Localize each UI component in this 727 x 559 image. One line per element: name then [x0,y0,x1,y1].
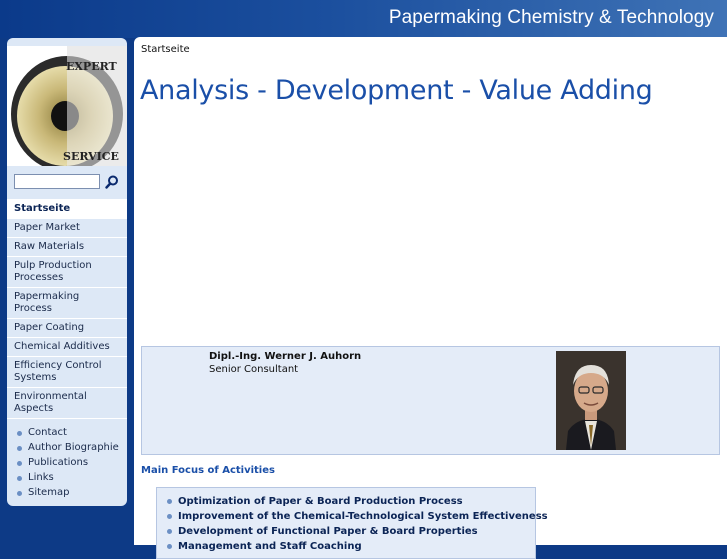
sidebar: EXPERT SERVICE Startseite Paper Market R… [7,38,127,506]
bullet-icon [167,514,172,519]
focus-item-text: Improvement of the Chemical-Technologica… [178,511,548,522]
portrait-photo [556,351,626,450]
nav-item-efficiency-control[interactable]: Efficiency Control Systems [7,356,127,387]
paper-roll-icon: EXPERT SERVICE [7,46,127,172]
list-item: Improvement of the Chemical-Technologica… [167,509,548,524]
link-label: Sitemap [28,487,70,498]
list-item: Optimization of Paper & Board Production… [167,494,548,509]
logo-text-expert: EXPERT [66,60,118,73]
nav-item-paper-coating[interactable]: Paper Coating [7,318,127,337]
header-bar: Papermaking Chemistry & Technology [0,0,727,38]
link-contact[interactable]: Contact [7,426,127,441]
focus-item-text: Optimization of Paper & Board Production… [178,496,463,507]
link-sitemap[interactable]: Sitemap [7,486,127,501]
search-icon[interactable] [105,174,119,189]
focus-heading: Main Focus of Activities [141,465,275,476]
search-area [7,166,127,199]
bullet-icon [17,431,22,436]
nav-item-raw-materials[interactable]: Raw Materials [7,237,127,256]
focus-item-text: Management and Staff Coaching [178,541,362,552]
nav-item-pulp-production[interactable]: Pulp Production Processes [7,256,127,287]
profile-role: Senior Consultant [209,364,299,375]
nav-item-chemical-additives[interactable]: Chemical Additives [7,337,127,356]
main-navigation: Startseite Paper Market Raw Materials Pu… [7,199,127,506]
link-label: Author Biographie [28,442,119,453]
nav-item-environmental-aspects[interactable]: Environmental Aspects [7,387,127,418]
link-publications[interactable]: Publications [7,456,127,471]
focus-list: Optimization of Paper & Board Production… [167,494,548,554]
list-item: Development of Functional Paper & Board … [167,524,548,539]
expert-service-logo[interactable]: EXPERT SERVICE [7,46,127,172]
link-author-biographie[interactable]: Author Biographie [7,441,127,456]
bullet-icon [17,461,22,466]
bullet-icon [17,491,22,496]
link-links[interactable]: Links [7,471,127,486]
link-label: Links [28,472,54,483]
link-label: Contact [28,427,67,438]
logo-text-service: SERVICE [63,150,119,163]
secondary-links: Contact Author Biographie Publications L… [7,418,127,506]
link-label: Publications [28,457,89,468]
bullet-icon [17,446,22,451]
bullet-icon [167,529,172,534]
profile-name: Dipl.-Ing. Werner J. Auhorn [209,351,362,362]
list-item: Management and Staff Coaching [167,539,548,554]
page-headline: Analysis - Development - Value Adding [140,75,653,106]
main-content: Startseite Analysis - Development - Valu… [134,37,727,559]
bullet-icon [17,476,22,481]
nav-item-papermaking-process[interactable]: Papermaking Process [7,287,127,318]
site-title: Papermaking Chemistry & Technology [388,7,714,28]
nav-item-paper-market[interactable]: Paper Market [7,218,127,237]
focus-item-text: Development of Functional Paper & Board … [178,526,478,537]
bullet-icon [167,499,172,504]
nav-item-startseite[interactable]: Startseite [7,199,127,218]
breadcrumb[interactable]: Startseite [141,44,190,55]
search-input[interactable] [14,174,100,189]
profile-panel: Dipl.-Ing. Werner J. Auhorn Senior Consu… [141,346,720,455]
focus-list-panel: Optimization of Paper & Board Production… [156,487,548,559]
